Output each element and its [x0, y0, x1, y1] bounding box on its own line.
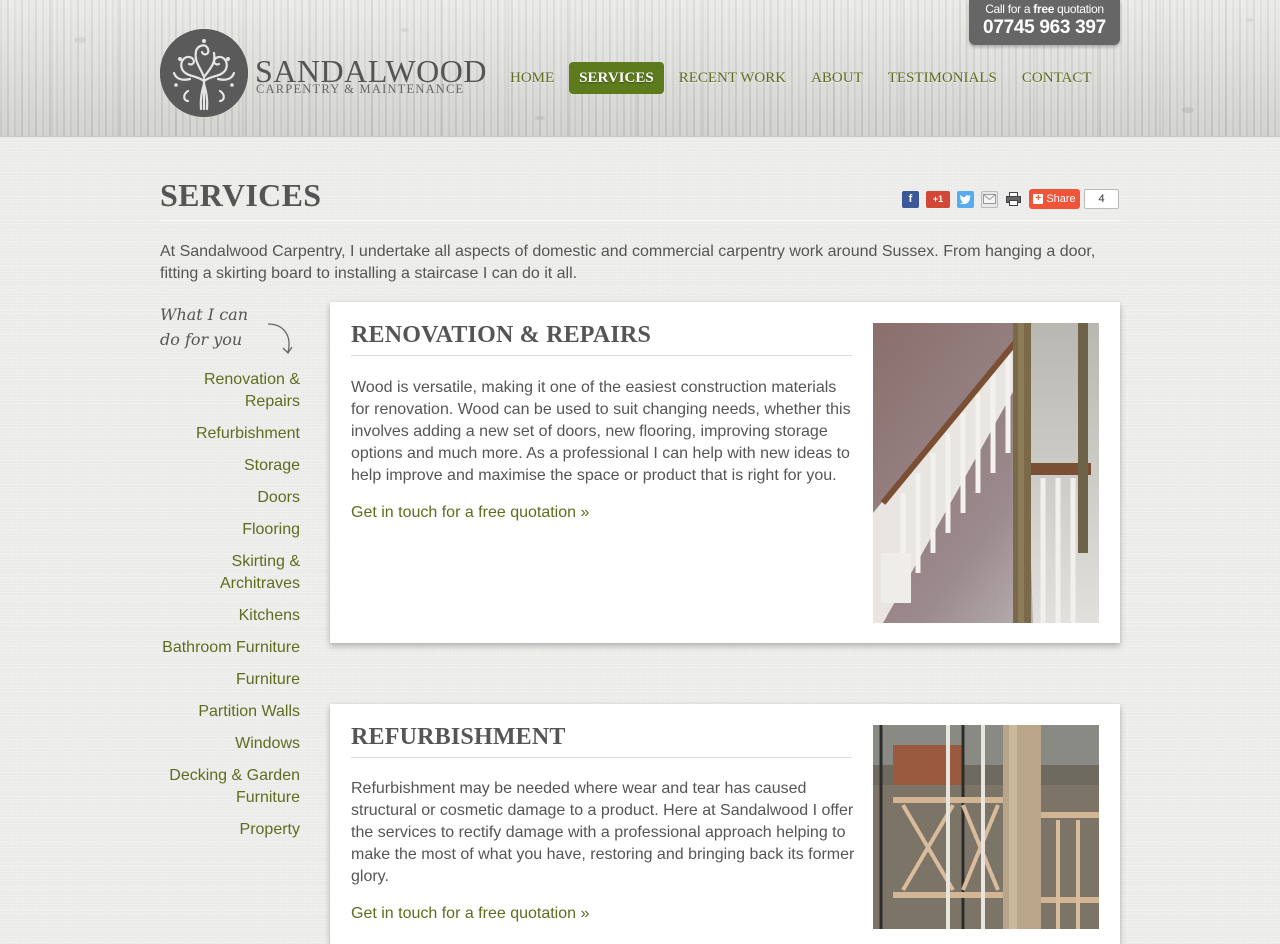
nav-about[interactable]: ABOUT — [801, 62, 873, 94]
share-count: 4 — [1084, 189, 1119, 209]
logo-tagline: CARPENTRY & MAINTENANCE — [256, 82, 465, 96]
sidebar-item-decking-garden-furniture[interactable]: Decking & Garden Furniture — [160, 765, 300, 809]
service-list: Renovation & Repairs Refurbishment Stora… — [160, 369, 300, 841]
phone-label: Call for a free quotation — [969, 0, 1120, 17]
phone-label-pre: Call for a — [985, 2, 1034, 16]
nav-testimonials[interactable]: TESTIMONIALS — [878, 62, 1007, 94]
twitter-icon[interactable] — [957, 190, 974, 208]
sidebar-item-kitchens[interactable]: Kitchens — [160, 605, 300, 627]
sidebar-item-furniture[interactable]: Furniture — [160, 669, 300, 691]
sidebar-item-renovation-repairs[interactable]: Renovation & Repairs — [160, 369, 300, 413]
facebook-icon[interactable]: f — [902, 190, 919, 208]
print-icon[interactable] — [1005, 191, 1022, 208]
service-title: REFURBISHMENT — [351, 724, 852, 758]
handwritten-note: What I can do for you — [160, 302, 300, 362]
sidebar-item-bathroom-furniture[interactable]: Bathroom Furniture — [160, 637, 300, 659]
service-title: RENOVATION & REPAIRS — [351, 322, 852, 356]
quote-link[interactable]: Get in touch for a free quotation » — [351, 504, 589, 522]
nav-recent-work[interactable]: RECENT WORK — [669, 62, 796, 94]
sidebar-item-storage[interactable]: Storage — [160, 455, 300, 477]
service-description: Refurbishment may be needed where wear a… — [351, 780, 855, 885]
sidebar-item-refurbishment[interactable]: Refurbishment — [160, 423, 300, 445]
google-plus-icon[interactable]: +1 — [926, 190, 950, 208]
phone-label-bold: free — [1033, 2, 1055, 16]
staircase-photo — [873, 323, 1099, 623]
curved-arrow-icon — [267, 323, 293, 355]
email-icon[interactable] — [981, 190, 998, 208]
sidebar-item-property[interactable]: Property — [160, 819, 300, 841]
sidebar-item-skirting-architraves[interactable]: Skirting & Architraves — [160, 551, 300, 595]
sidebar-item-partition-walls[interactable]: Partition Walls — [160, 701, 300, 723]
service-card: REFURBISHMENT Refurbishment may be neede… — [330, 704, 1120, 944]
intro-text: At Sandalwood Carpentry, I undertake all… — [160, 243, 1096, 282]
nav-contact[interactable]: CONTACT — [1012, 62, 1102, 94]
sidebar-item-windows[interactable]: Windows — [160, 733, 300, 755]
nav-services[interactable]: SERVICES — [569, 62, 664, 94]
service-card: RENOVATION & REPAIRS Wood is versatile, … — [330, 302, 1120, 643]
title-divider — [160, 220, 1120, 221]
page-title: SERVICES — [160, 177, 322, 213]
site-header: SANDALWOOD CARPENTRY & MAINTENANCE Call … — [0, 0, 1280, 137]
share-label: Share — [1046, 193, 1076, 205]
plus-icon: + — [1033, 194, 1044, 204]
tree-logo-icon — [160, 29, 248, 117]
share-button[interactable]: + Share — [1029, 189, 1080, 209]
phone-number[interactable]: 07745 963 397 — [969, 17, 1120, 39]
services-sidebar: What I can do for you Renovation & Repai… — [160, 302, 300, 851]
sidebar-item-flooring[interactable]: Flooring — [160, 519, 300, 541]
phone-label-post: quotation — [1054, 2, 1104, 16]
phone-callout[interactable]: Call for a free quotation 07745 963 397 — [969, 0, 1120, 45]
nav-home[interactable]: HOME — [500, 62, 564, 94]
balcony-railing-photo — [873, 725, 1099, 929]
share-toolbar: f +1 + Share 4 — [902, 189, 1119, 209]
site-logo[interactable]: SANDALWOOD CARPENTRY & MAINTENANCE — [160, 29, 486, 117]
quote-link[interactable]: Get in touch for a free quotation » — [351, 905, 589, 923]
service-description: Wood is versatile, making it one of the … — [351, 379, 851, 484]
sidebar-item-doors[interactable]: Doors — [160, 487, 300, 509]
main-nav: HOME SERVICES RECENT WORK ABOUT TESTIMON… — [500, 62, 1107, 94]
